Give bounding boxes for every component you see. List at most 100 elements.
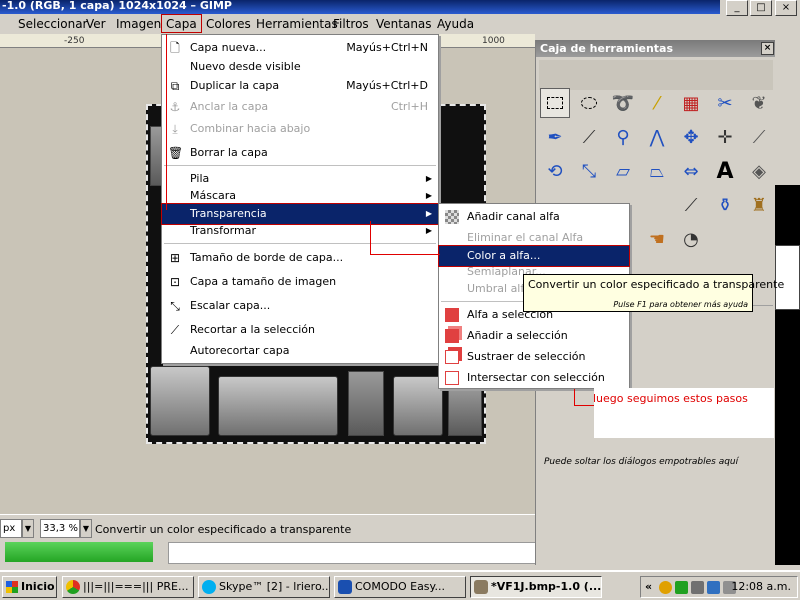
rotate-icon[interactable]: ⟲ xyxy=(540,156,570,186)
menu-item-layer-boundary[interactable]: ⊞ Tamaño de borde de capa... xyxy=(162,248,438,268)
perspective-icon[interactable]: ⏢ xyxy=(642,156,672,186)
scissors-icon[interactable]: ✂ xyxy=(710,88,740,118)
tray-app-icon[interactable] xyxy=(659,581,672,594)
menu-ver[interactable]: Ver xyxy=(86,17,106,31)
taskbar: Inicio |||=|||===||| PRE... Skype™ [2] -… xyxy=(0,570,800,600)
toolbox-close-button[interactable]: × xyxy=(761,42,774,55)
flip-icon[interactable]: ⇔ xyxy=(676,156,706,186)
fuzzy-select-icon[interactable]: ⁄ xyxy=(642,88,672,118)
clone-icon[interactable]: ♜ xyxy=(744,190,774,220)
menu-item-merge-down: ⤓ Combinar hacia abajo xyxy=(162,119,438,139)
annotation-line xyxy=(574,389,575,406)
foreground-select-icon[interactable]: ❦ xyxy=(744,88,774,118)
merge-down-icon: ⤓ xyxy=(172,122,178,136)
menu-colores[interactable]: Colores xyxy=(206,17,251,31)
toolbox-title-text: Caja de herramientas xyxy=(540,42,673,55)
menu-separator xyxy=(164,243,436,244)
delete-layer-icon: 🗑 xyxy=(168,146,184,160)
tooltip-hint: Pulse F1 para obtener más ayuda xyxy=(613,300,748,309)
move-icon[interactable]: ✥ xyxy=(676,122,706,152)
taskbar-item-skype[interactable]: Skype™ [2] - lriero... xyxy=(198,576,330,598)
skype-icon xyxy=(202,580,216,594)
menu-capa[interactable]: Capa xyxy=(161,14,202,33)
measure-icon[interactable]: ⋀ xyxy=(642,122,672,152)
annotation-line xyxy=(370,254,440,255)
start-button[interactable]: Inicio xyxy=(2,576,57,598)
zoom-icon[interactable]: ⚲ xyxy=(608,122,638,152)
window-title: -1.0 (RGB, 1 capa) 1024x1024 – GIMP xyxy=(2,0,232,12)
scale-layer-icon: ⤡ xyxy=(170,299,180,313)
zoom-select[interactable]: 33,3 % xyxy=(40,519,80,538)
network-icon[interactable] xyxy=(691,581,704,594)
tooltip: Convertir un color especificado a transp… xyxy=(523,274,784,312)
select-by-color-icon[interactable]: ▦ xyxy=(676,88,706,118)
menu-item-new-layer[interactable]: 🗋 Capa nueva... Mayús+Ctrl+N xyxy=(162,38,438,58)
ink-icon[interactable]: ⚱ xyxy=(710,190,740,220)
menubar: Seleccionar Ver Imagen Capa Colores Herr… xyxy=(0,14,535,34)
layer-boundary-icon: ⊞ xyxy=(169,251,181,265)
unit-dropdown-icon[interactable]: ▼ xyxy=(22,519,34,538)
status-message: Convertir un color especificado a transp… xyxy=(95,523,352,536)
paths-icon[interactable]: ✒ xyxy=(540,122,570,152)
crop-icon: ⟋ xyxy=(170,323,180,337)
menu-item-scale-layer[interactable]: ⤡ Escalar capa... xyxy=(162,296,438,316)
menu-item-anchor-layer: ⚓ Anclar la capa Ctrl+H xyxy=(169,100,428,114)
zoom-dropdown-icon[interactable]: ▼ xyxy=(80,519,92,538)
menu-seleccionar[interactable]: Seleccionar xyxy=(18,17,87,31)
background-window-panel xyxy=(168,542,538,564)
text-tool-icon[interactable]: A xyxy=(710,156,740,186)
scale-icon[interactable]: ⤡ xyxy=(574,156,604,186)
taskbar-item-gimp[interactable]: *VF1J.bmp-1.0 (... xyxy=(470,576,602,598)
subtract-selection-icon xyxy=(445,350,459,364)
minimize-button[interactable]: _ xyxy=(726,0,748,16)
submenu-arrow-icon: ▶ xyxy=(425,191,432,200)
ruler-mark-left: -250 xyxy=(64,36,85,46)
menu-ayuda[interactable]: Ayuda xyxy=(437,17,474,31)
window-title-bar[interactable]: -1.0 (RGB, 1 capa) 1024x1024 – GIMP xyxy=(0,0,720,14)
intersect-selection-icon xyxy=(445,371,459,385)
menu-item-add-alpha[interactable]: Añadir canal alfa xyxy=(439,207,629,227)
menu-item-transform[interactable]: Transformar ▶ xyxy=(162,221,438,241)
shear-icon[interactable]: ▱ xyxy=(608,156,638,186)
menu-item-add-to-selection[interactable]: Añadir a selección xyxy=(439,326,629,346)
menu-filtros[interactable]: Filtros xyxy=(333,17,369,31)
menu-item-autocrop[interactable]: Autorecortar capa xyxy=(162,341,438,361)
unit-select[interactable]: px xyxy=(0,519,22,538)
lasso-icon[interactable]: ➰ xyxy=(608,88,638,118)
menu-item-delete-layer[interactable]: 🗑 Borrar la capa xyxy=(162,143,438,163)
crop-tool-icon[interactable]: ⟋ xyxy=(744,122,774,152)
menu-imagen[interactable]: Imagen xyxy=(116,17,161,31)
menu-item-crop-to-selection[interactable]: ⟋ Recortar a la selección xyxy=(162,320,438,340)
tooltip-text: Convertir un color especificado a transp… xyxy=(528,278,785,291)
color-picker-icon[interactable]: ⟋ xyxy=(574,122,604,152)
ellipse-select-icon[interactable] xyxy=(574,88,604,118)
annotation-line xyxy=(574,405,594,406)
annotation-line xyxy=(166,34,167,210)
menu-ventanas[interactable]: Ventanas xyxy=(376,17,432,31)
menu-separator xyxy=(164,165,436,166)
menu-item-intersect-selection[interactable]: Intersectar con selección xyxy=(439,368,629,388)
airbrush-icon[interactable]: ⟋ xyxy=(676,190,706,220)
menu-herramientas[interactable]: Herramientas xyxy=(256,17,338,31)
close-button[interactable]: × xyxy=(775,0,797,16)
menu-item-mask[interactable]: Máscara ▶ xyxy=(162,186,438,206)
tray-security-icon[interactable] xyxy=(675,581,688,594)
bucket-fill-icon[interactable]: ◈ xyxy=(744,156,774,186)
anchor-icon: ⚓ xyxy=(169,100,181,114)
menu-item-layer-to-image[interactable]: ⊡ Capa a tamaño de imagen xyxy=(162,272,438,292)
volume-icon[interactable] xyxy=(707,581,720,594)
menu-item-subtract-selection[interactable]: Sustraer de selección xyxy=(439,347,629,367)
menu-item-new-from-visible[interactable]: Nuevo desde visible xyxy=(162,57,438,77)
dodge-burn-icon[interactable]: ◔ xyxy=(676,224,706,254)
taskbar-item-comodo[interactable]: COMODO Easy... xyxy=(334,576,466,598)
menu-item-duplicate-layer[interactable]: ⧉ Duplicar la capa Mayús+Ctrl+D xyxy=(162,76,438,96)
annotation-text: luego seguimos estos pasos xyxy=(593,392,748,405)
tray-expand-icon[interactable]: « xyxy=(645,580,652,593)
taskbar-item-chrome[interactable]: |||=|||===||| PRE... xyxy=(62,576,194,598)
toolbox-title[interactable]: Caja de herramientas × xyxy=(536,40,776,57)
align-icon[interactable]: ✛ xyxy=(710,122,740,152)
submenu-arrow-icon: ▶ xyxy=(425,226,432,235)
maximize-button[interactable]: □ xyxy=(750,0,772,16)
smudge-icon[interactable]: ☚ xyxy=(642,224,672,254)
rect-select-icon[interactable] xyxy=(540,88,570,118)
